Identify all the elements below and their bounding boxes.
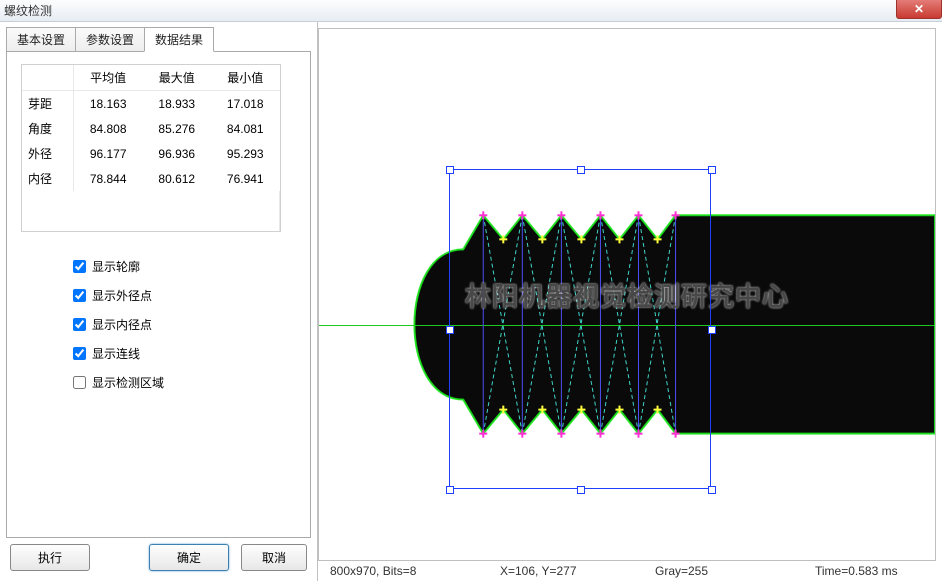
check-label: 显示内径点 [92, 316, 152, 333]
cell-name: 内径 [22, 166, 73, 191]
cell-max: 18.933 [143, 91, 211, 117]
roi-handle[interactable] [708, 486, 716, 494]
table-row: 内径78.84480.61276.941 [22, 166, 280, 191]
roi-handle[interactable] [708, 166, 716, 174]
table-row: 角度84.80885.27684.081 [22, 116, 280, 141]
cell-min: 76.941 [211, 166, 280, 191]
tab-result[interactable]: 数据结果 [144, 27, 214, 52]
result-table: 平均值 最大值 最小值 芽距18.16318.93317.018角度84.808… [21, 64, 281, 232]
tab-strip: 基本设置 参数设置 数据结果 [6, 27, 317, 52]
check-label: 显示轮廓 [92, 258, 140, 275]
cell-avg: 78.844 [73, 166, 142, 191]
check-inner_pts[interactable]: 显示内径点 [73, 316, 300, 333]
cell-avg: 96.177 [73, 141, 142, 166]
status-time: Time=0.583 ms [809, 564, 936, 578]
close-button[interactable]: ✕ [896, 0, 942, 19]
window-title: 螺纹检测 [4, 2, 52, 19]
col-min: 最小值 [211, 65, 280, 91]
cell-avg: 18.163 [73, 91, 142, 117]
cell-min: 17.018 [211, 91, 280, 117]
button-row: 执行 确定 取消 [0, 538, 317, 577]
checkbox-inner_pts[interactable] [73, 318, 86, 331]
check-contour[interactable]: 显示轮廓 [73, 258, 300, 275]
cancel-button[interactable]: 取消 [241, 544, 307, 571]
execute-button[interactable]: 执行 [10, 544, 90, 571]
cell-max: 96.936 [143, 141, 211, 166]
check-outer_pts[interactable]: 显示外径点 [73, 287, 300, 304]
roi-handle[interactable] [446, 326, 454, 334]
checkbox-contour[interactable] [73, 260, 86, 273]
col-name [22, 65, 73, 91]
status-bar: 800x970, Bits=8 X=106, Y=277 Gray=255 Ti… [318, 561, 942, 581]
col-max: 最大值 [143, 65, 211, 91]
roi-handle[interactable] [708, 326, 716, 334]
check-lines[interactable]: 显示连线 [73, 345, 300, 362]
check-label: 显示连线 [92, 345, 140, 362]
cell-min: 84.081 [211, 116, 280, 141]
cell-min: 95.293 [211, 141, 280, 166]
roi-handle[interactable] [446, 486, 454, 494]
roi-handle[interactable] [446, 166, 454, 174]
table-row: 外径96.17796.93695.293 [22, 141, 280, 166]
cell-max: 80.612 [143, 166, 211, 191]
ok-button[interactable]: 确定 [149, 544, 229, 571]
cell-avg: 84.808 [73, 116, 142, 141]
roi-handle[interactable] [577, 166, 585, 174]
check-roi[interactable]: 显示检测区域 [73, 374, 300, 391]
col-avg: 平均值 [73, 65, 142, 91]
roi-handle[interactable] [577, 486, 585, 494]
close-icon: ✕ [914, 2, 924, 16]
checkbox-lines[interactable] [73, 347, 86, 360]
left-panel: 基本设置 参数设置 数据结果 平均值 最大值 最小值 芽距18.16318.93… [0, 22, 318, 581]
status-gray: Gray=255 [649, 564, 809, 578]
roi-rectangle[interactable] [449, 169, 711, 489]
tab-param[interactable]: 参数设置 [75, 27, 145, 52]
status-xy: X=106, Y=277 [494, 564, 649, 578]
checkbox-roi[interactable] [73, 376, 86, 389]
cell-name: 角度 [22, 116, 73, 141]
tab-basic[interactable]: 基本设置 [6, 27, 76, 52]
cell-name: 外径 [22, 141, 73, 166]
check-label: 显示外径点 [92, 287, 152, 304]
right-panel: 林阳机器视觉检测研究中心 800x970, Bits=8 X=106, Y=27… [318, 22, 942, 581]
display-options: 显示轮廓显示外径点显示内径点显示连线显示检测区域 [73, 258, 300, 391]
checkbox-outer_pts[interactable] [73, 289, 86, 302]
check-label: 显示检测区域 [92, 374, 164, 391]
tab-content-result: 平均值 最大值 最小值 芽距18.16318.93317.018角度84.808… [6, 51, 311, 538]
cell-max: 85.276 [143, 116, 211, 141]
image-viewport[interactable]: 林阳机器视觉检测研究中心 [318, 28, 936, 561]
status-dimensions: 800x970, Bits=8 [324, 564, 494, 578]
table-row: 芽距18.16318.93317.018 [22, 91, 280, 117]
cell-name: 芽距 [22, 91, 73, 117]
title-bar: 螺纹检测 ✕ [0, 0, 942, 22]
